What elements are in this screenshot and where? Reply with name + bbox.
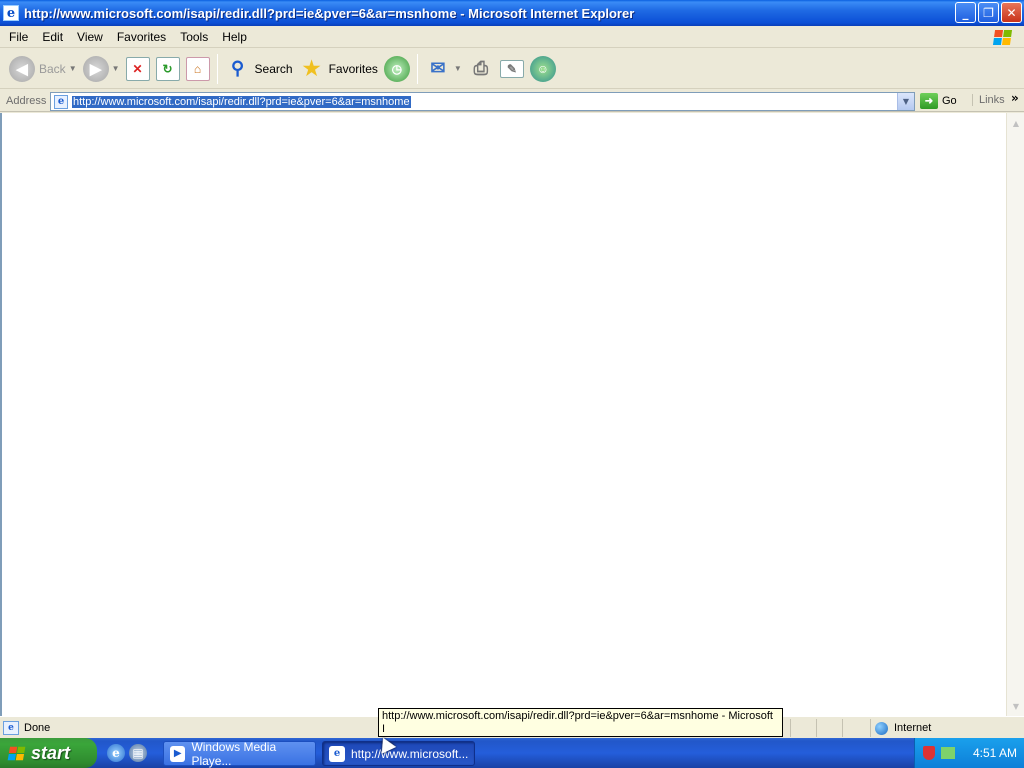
clock[interactable]: 4:51 AM [973, 746, 1017, 760]
security-zone[interactable]: Internet [870, 719, 1020, 737]
quick-launch: e ▤ [107, 744, 147, 762]
menu-favorites[interactable]: Favorites [110, 30, 173, 44]
taskbar-item-media-player[interactable]: ▶ Windows Media Playe... [163, 739, 316, 768]
taskbar-item-internet-explorer[interactable]: e http://www.microsoft... [322, 741, 475, 766]
search-icon: ⚲ [230, 58, 245, 78]
back-dropdown-icon[interactable]: ▼ [69, 64, 77, 73]
start-label: start [31, 742, 71, 763]
address-bar: Address e http://www.microsoft.com/isapi… [0, 90, 1024, 112]
search-label: Search [254, 61, 293, 76]
tooltip-line-2: I [382, 723, 386, 735]
forward-arrow-icon: ▶ [82, 55, 109, 82]
taskbar-tooltip: http://www.microsoft.com/isapi/redir.dll… [378, 708, 783, 737]
address-input[interactable]: e http://www.microsoft.com/isapi/redir.d… [50, 92, 915, 111]
address-url[interactable]: http://www.microsoft.com/isapi/redir.dll… [72, 95, 411, 108]
zone-label: Internet [894, 722, 932, 734]
start-button[interactable]: start [0, 738, 97, 768]
menu-edit[interactable]: Edit [35, 30, 70, 44]
ie-task-icon: e [329, 745, 345, 762]
favorites-label: Favorites [328, 61, 378, 76]
status-pane [790, 719, 816, 737]
menu-view[interactable]: View [70, 30, 110, 44]
windows-logo-icon [986, 27, 1018, 47]
history-icon: ◷ [383, 55, 410, 82]
mail-button[interactable]: ✉ ▼ [422, 53, 465, 85]
menu-bar: File Edit View Favorites Tools Help [0, 26, 1024, 48]
edit-page-icon: ✎ [499, 59, 524, 78]
toolbar-separator [216, 53, 218, 84]
messenger-button[interactable]: ☺ [527, 53, 559, 85]
page-content[interactable] [0, 113, 1006, 716]
back-button[interactable]: ◀ Back ▼ [6, 53, 80, 85]
toolbar-separator [416, 53, 418, 84]
security-shield-icon[interactable] [923, 746, 935, 760]
star-icon: ★ [302, 58, 321, 80]
title-bar[interactable]: e http://www.microsoft.com/isapi/redir.d… [0, 0, 1024, 26]
edit-button[interactable]: ✎ [497, 53, 527, 85]
back-label: Back [39, 61, 66, 76]
vertical-scrollbar[interactable]: ▲ ▼ [1006, 113, 1024, 716]
menu-tools[interactable]: Tools [173, 30, 215, 44]
taskbar: start e ▤ ▶ Windows Media Playe... e htt… [0, 738, 1024, 768]
messenger-icon: ☺ [529, 55, 556, 82]
history-button[interactable]: ◷ [381, 53, 413, 85]
refresh-button[interactable]: ↻ [153, 53, 183, 85]
show-desktop-icon[interactable]: ▤ [129, 744, 147, 762]
ie-icon[interactable]: e [3, 5, 19, 21]
task-label: Windows Media Playe... [191, 739, 277, 768]
tooltip-line-1: http://www.microsoft.com/isapi/redir.dll… [382, 710, 773, 722]
ie-quicklaunch-icon[interactable]: e [107, 744, 125, 762]
status-pane [816, 719, 842, 737]
forward-button[interactable]: ▶ ▼ [80, 53, 123, 85]
back-arrow-icon: ◀ [9, 55, 35, 82]
status-pane [842, 719, 868, 737]
caption-buttons: _ ❐ ✕ [955, 2, 1022, 23]
refresh-icon: ↻ [155, 56, 180, 81]
address-dropdown-icon[interactable]: ▼ [897, 93, 914, 110]
status-panes [790, 719, 868, 737]
forward-dropdown-icon[interactable]: ▼ [112, 64, 120, 73]
links-toolbar[interactable]: Links [972, 94, 1005, 106]
go-button[interactable]: ➜ Go [920, 93, 957, 109]
standard-toolbar: ◀ Back ▼ ▶ ▼ ✕ ↻ ⌂ ⚲ Search ★ Favorites … [0, 49, 1024, 89]
home-button[interactable]: ⌂ [183, 53, 213, 85]
minimize-button[interactable]: _ [955, 2, 976, 23]
print-button[interactable]: ⎙ [465, 53, 497, 85]
mail-icon: ✉ [430, 58, 446, 78]
stop-button[interactable]: ✕ [123, 53, 153, 85]
system-tray: 4:51 AM [914, 738, 1024, 768]
links-chevron-icon[interactable]: » [1011, 91, 1019, 105]
printer-icon: ⎙ [473, 58, 489, 78]
globe-icon [875, 721, 888, 735]
window-title: http://www.microsoft.com/isapi/redir.dll… [24, 5, 635, 21]
stop-icon: ✕ [125, 56, 150, 81]
menu-file[interactable]: File [2, 30, 35, 44]
search-button[interactable]: ⚲ Search [222, 53, 296, 85]
scroll-down-icon[interactable]: ▼ [1008, 698, 1024, 714]
go-arrow-icon: ➜ [920, 93, 938, 109]
scroll-up-icon[interactable]: ▲ [1008, 115, 1024, 131]
close-button[interactable]: ✕ [1001, 2, 1022, 23]
mail-dropdown-icon[interactable]: ▼ [454, 64, 462, 73]
menu-help[interactable]: Help [215, 30, 254, 44]
task-label: http://www.microsoft... [351, 746, 469, 761]
media-player-icon: ▶ [170, 745, 186, 762]
address-label: Address [6, 94, 47, 107]
favorites-button[interactable]: ★ Favorites [296, 53, 381, 85]
page-icon: e [54, 94, 68, 109]
home-icon: ⌂ [185, 56, 210, 81]
status-text: Done [24, 721, 51, 734]
go-label: Go [942, 95, 957, 107]
page-status-icon: e [3, 720, 19, 735]
windows-flag-icon [7, 746, 26, 760]
network-icon[interactable] [941, 747, 955, 759]
restore-button[interactable]: ❐ [978, 2, 999, 23]
